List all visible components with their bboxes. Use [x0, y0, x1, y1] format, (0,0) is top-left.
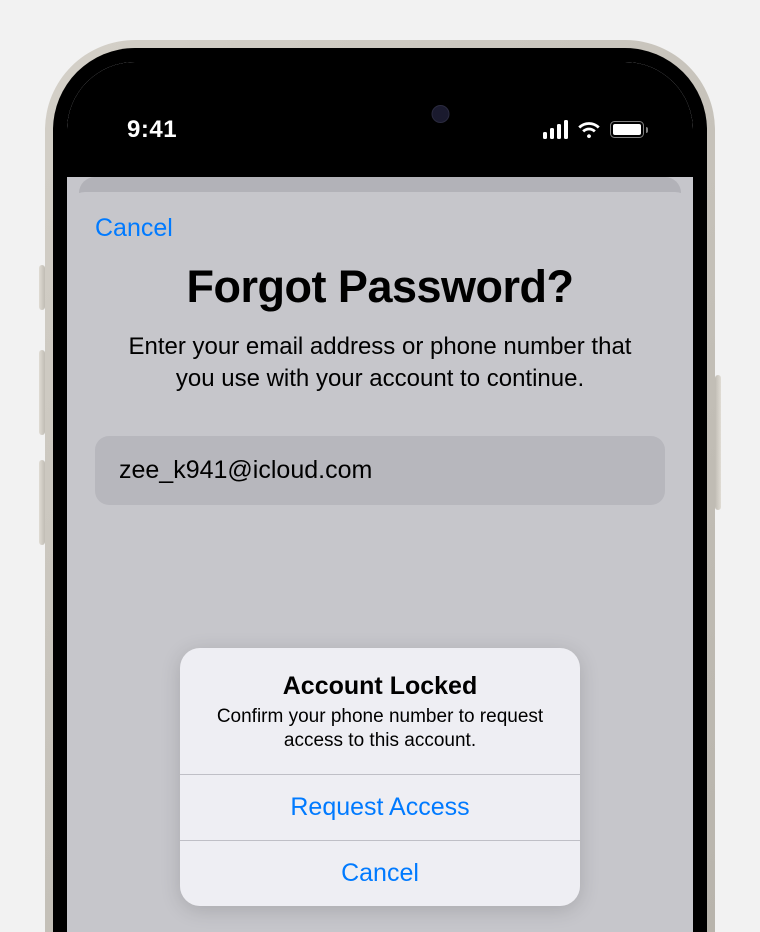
alert-dialog: Account Locked Confirm your phone number… — [180, 648, 580, 906]
status-icons — [543, 120, 649, 140]
dynamic-island — [293, 90, 468, 138]
battery-icon — [610, 121, 648, 138]
request-access-button[interactable]: Request Access — [180, 774, 580, 840]
camera-icon — [432, 105, 450, 123]
cancel-button[interactable]: Cancel — [95, 214, 173, 242]
cellular-signal-icon — [543, 120, 569, 139]
modal-sheet: Cancel Forgot Password? Enter your email… — [67, 192, 693, 932]
phone-frame: 9:41 — [45, 40, 715, 932]
email-field[interactable]: zee_k941@icloud.com — [95, 436, 665, 505]
wifi-icon — [576, 120, 602, 140]
side-button-power — [715, 375, 721, 510]
nav-bar: Cancel — [67, 192, 693, 253]
alert-title: Account Locked — [208, 672, 552, 701]
page-title: Forgot Password? — [99, 261, 661, 313]
page-subtitle: Enter your email address or phone number… — [99, 331, 661, 396]
phone-screen: 9:41 — [67, 62, 693, 932]
content-area: Forgot Password? Enter your email addres… — [67, 253, 693, 505]
status-time: 9:41 — [127, 116, 177, 144]
status-bar: 9:41 — [67, 62, 693, 177]
alert-content: Account Locked Confirm your phone number… — [180, 648, 580, 774]
alert-cancel-button[interactable]: Cancel — [180, 840, 580, 906]
alert-message: Confirm your phone number to request acc… — [208, 705, 552, 754]
